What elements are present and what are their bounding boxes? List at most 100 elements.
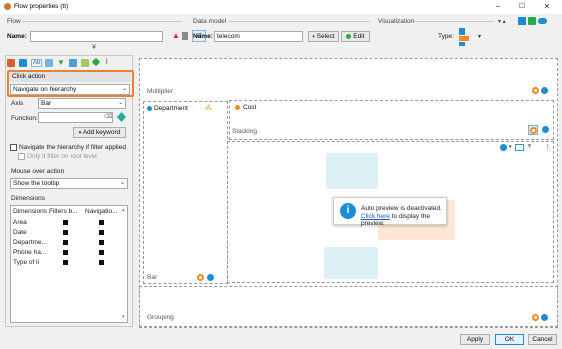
- preview-bar-bottom: [324, 247, 378, 279]
- dimensions-table: Dimensions Filters b... Navigatio... ▴ ▾…: [10, 205, 128, 323]
- filter-checkbox[interactable]: [63, 260, 68, 265]
- ok-button[interactable]: OK: [495, 334, 524, 345]
- flow-name-label: Name:: [7, 33, 27, 40]
- edit-button[interactable]: Edit: [341, 31, 370, 42]
- stacking-settings-icon: [530, 127, 537, 134]
- select-button[interactable]: ▾ Select: [308, 31, 339, 42]
- grouping-label: Grouping: [147, 314, 174, 321]
- department-zone[interactable]: [143, 101, 228, 284]
- minimize-button[interactable]: −: [488, 1, 508, 13]
- collapse-arrow-icon[interactable]: ▾ ▴: [498, 18, 506, 25]
- axis-value: Bar: [41, 100, 52, 107]
- grouping-settings-icon[interactable]: [532, 314, 539, 321]
- filter-checkbox[interactable]: [63, 230, 68, 235]
- flow-name-input[interactable]: [30, 31, 163, 42]
- only-root-checkbox[interactable]: [18, 153, 25, 160]
- chart-type-icon[interactable]: [459, 28, 475, 46]
- navigate-if-filter-label: Navigate the hierarchy if filter applied: [19, 144, 126, 151]
- text-format-icon[interactable]: Ab: [31, 59, 43, 67]
- filter-icon[interactable]: ▼: [57, 58, 65, 67]
- chart-gear-icon[interactable]: [500, 144, 507, 151]
- apply-button[interactable]: Apply: [460, 334, 490, 345]
- scroll-up-icon[interactable]: ▴: [122, 207, 125, 213]
- grouping-zone[interactable]: [139, 286, 558, 327]
- window-title: Flow properties (tt): [14, 3, 69, 10]
- more-icon[interactable]: ⌇: [105, 58, 108, 66]
- measure-dot-icon: [235, 105, 240, 110]
- navigate-if-filter-checkbox[interactable]: [10, 144, 17, 151]
- app-icon: [4, 3, 11, 10]
- click-action-header: Click action: [9, 72, 131, 82]
- stacking-settings-box[interactable]: [528, 125, 538, 135]
- warning-icon: ▲: [172, 31, 180, 40]
- navigation-checkbox[interactable]: [99, 230, 104, 235]
- dropdown-arrow-icon: ▾: [312, 34, 315, 40]
- navigation-checkbox[interactable]: [99, 240, 104, 245]
- axis-select[interactable]: Bar ⌄: [38, 98, 126, 109]
- mouse-over-select[interactable]: Show the tooltip ⌄: [10, 178, 128, 189]
- dimensions-col-filter: Filters b...: [49, 208, 78, 215]
- data-model-section-label: Data model: [193, 18, 227, 25]
- palette-icon[interactable]: [7, 59, 15, 67]
- stacking-label: Stacking: [232, 128, 257, 135]
- dimensions-header: Dimensions: [11, 195, 45, 202]
- visualization-section-label: Visualization: [378, 18, 415, 25]
- navigation-checkbox[interactable]: [99, 250, 104, 255]
- clear-icon[interactable]: ⌫: [104, 113, 112, 120]
- table-row-name: Date: [13, 229, 27, 236]
- trash-icon[interactable]: [182, 32, 188, 40]
- title-bar: Flow properties (tt) − ☐ ✕: [0, 0, 562, 14]
- filter-checkbox[interactable]: [63, 220, 68, 225]
- edit-icon: [346, 33, 352, 39]
- stacking-gear-icon[interactable]: [542, 126, 549, 133]
- chevron-down-icon: ⌄: [119, 180, 125, 186]
- add-keyword-label: Add keyword: [82, 129, 121, 136]
- action-icon[interactable]: [81, 59, 89, 67]
- close-button[interactable]: ✕: [537, 1, 557, 13]
- filter-checkbox[interactable]: [63, 250, 68, 255]
- dropdown-arrow-icon: ▾: [78, 130, 82, 136]
- multiplier-settings-icon[interactable]: [532, 87, 539, 94]
- chart-gear-dropdown-icon[interactable]: ▾: [509, 144, 512, 150]
- table-row-name: Area: [13, 219, 27, 226]
- navigation-checkbox[interactable]: [99, 220, 104, 225]
- data-model-name-label: Name:: [193, 33, 213, 40]
- hierarchy-icon[interactable]: ⁂: [205, 104, 212, 112]
- chart-type-dropdown-icon[interactable]: ▾: [478, 33, 481, 40]
- navigation-checkbox[interactable]: [99, 260, 104, 265]
- filter-funnel-icon[interactable]: ▼: [526, 143, 533, 150]
- scroll-down-icon[interactable]: ▾: [122, 314, 125, 320]
- image-icon[interactable]: [515, 144, 524, 151]
- table-row-name: Phone ha...: [13, 249, 47, 256]
- bar-label: Bar: [147, 274, 158, 281]
- list-view-icon[interactable]: [518, 17, 526, 25]
- expand-chevron-icon[interactable]: ¥: [92, 44, 96, 51]
- grouping-gear-icon[interactable]: [541, 314, 548, 321]
- multiplier-gear-icon[interactable]: [541, 87, 548, 94]
- table-row-name: Departme...: [13, 239, 47, 246]
- table-icon[interactable]: [69, 59, 77, 67]
- edit-button-label: Edit: [353, 33, 365, 40]
- bar-gear-icon[interactable]: [207, 274, 214, 281]
- monitor-icon[interactable]: [528, 17, 536, 25]
- chart-settings-icon[interactable]: [19, 59, 27, 67]
- bar-settings-icon[interactable]: [197, 274, 204, 281]
- tag-icon[interactable]: [91, 57, 101, 67]
- flow-section-label: Flow: [7, 18, 21, 25]
- select-button-label: Select: [316, 33, 335, 40]
- maximize-button[interactable]: ☐: [512, 1, 532, 13]
- data-model-name-input[interactable]: telecom: [214, 31, 303, 42]
- function-input[interactable]: [38, 112, 113, 123]
- preview-link[interactable]: Click here: [361, 213, 390, 220]
- add-keyword-button[interactable]: ▾ Add keyword: [73, 127, 126, 138]
- more-options-icon[interactable]: ⋮: [544, 143, 551, 151]
- cancel-button[interactable]: Cancel: [528, 334, 557, 345]
- filter-checkbox[interactable]: [63, 240, 68, 245]
- table-row-name: Type of li: [13, 259, 40, 266]
- click-action-select[interactable]: Navigate on hierarchy ⌄: [10, 84, 130, 95]
- dimension-dot-icon: [147, 106, 152, 111]
- toggle-icon[interactable]: [538, 18, 547, 24]
- stacking-zone[interactable]: [229, 100, 554, 140]
- department-label: Department: [154, 105, 188, 112]
- axis-icon[interactable]: [45, 59, 53, 67]
